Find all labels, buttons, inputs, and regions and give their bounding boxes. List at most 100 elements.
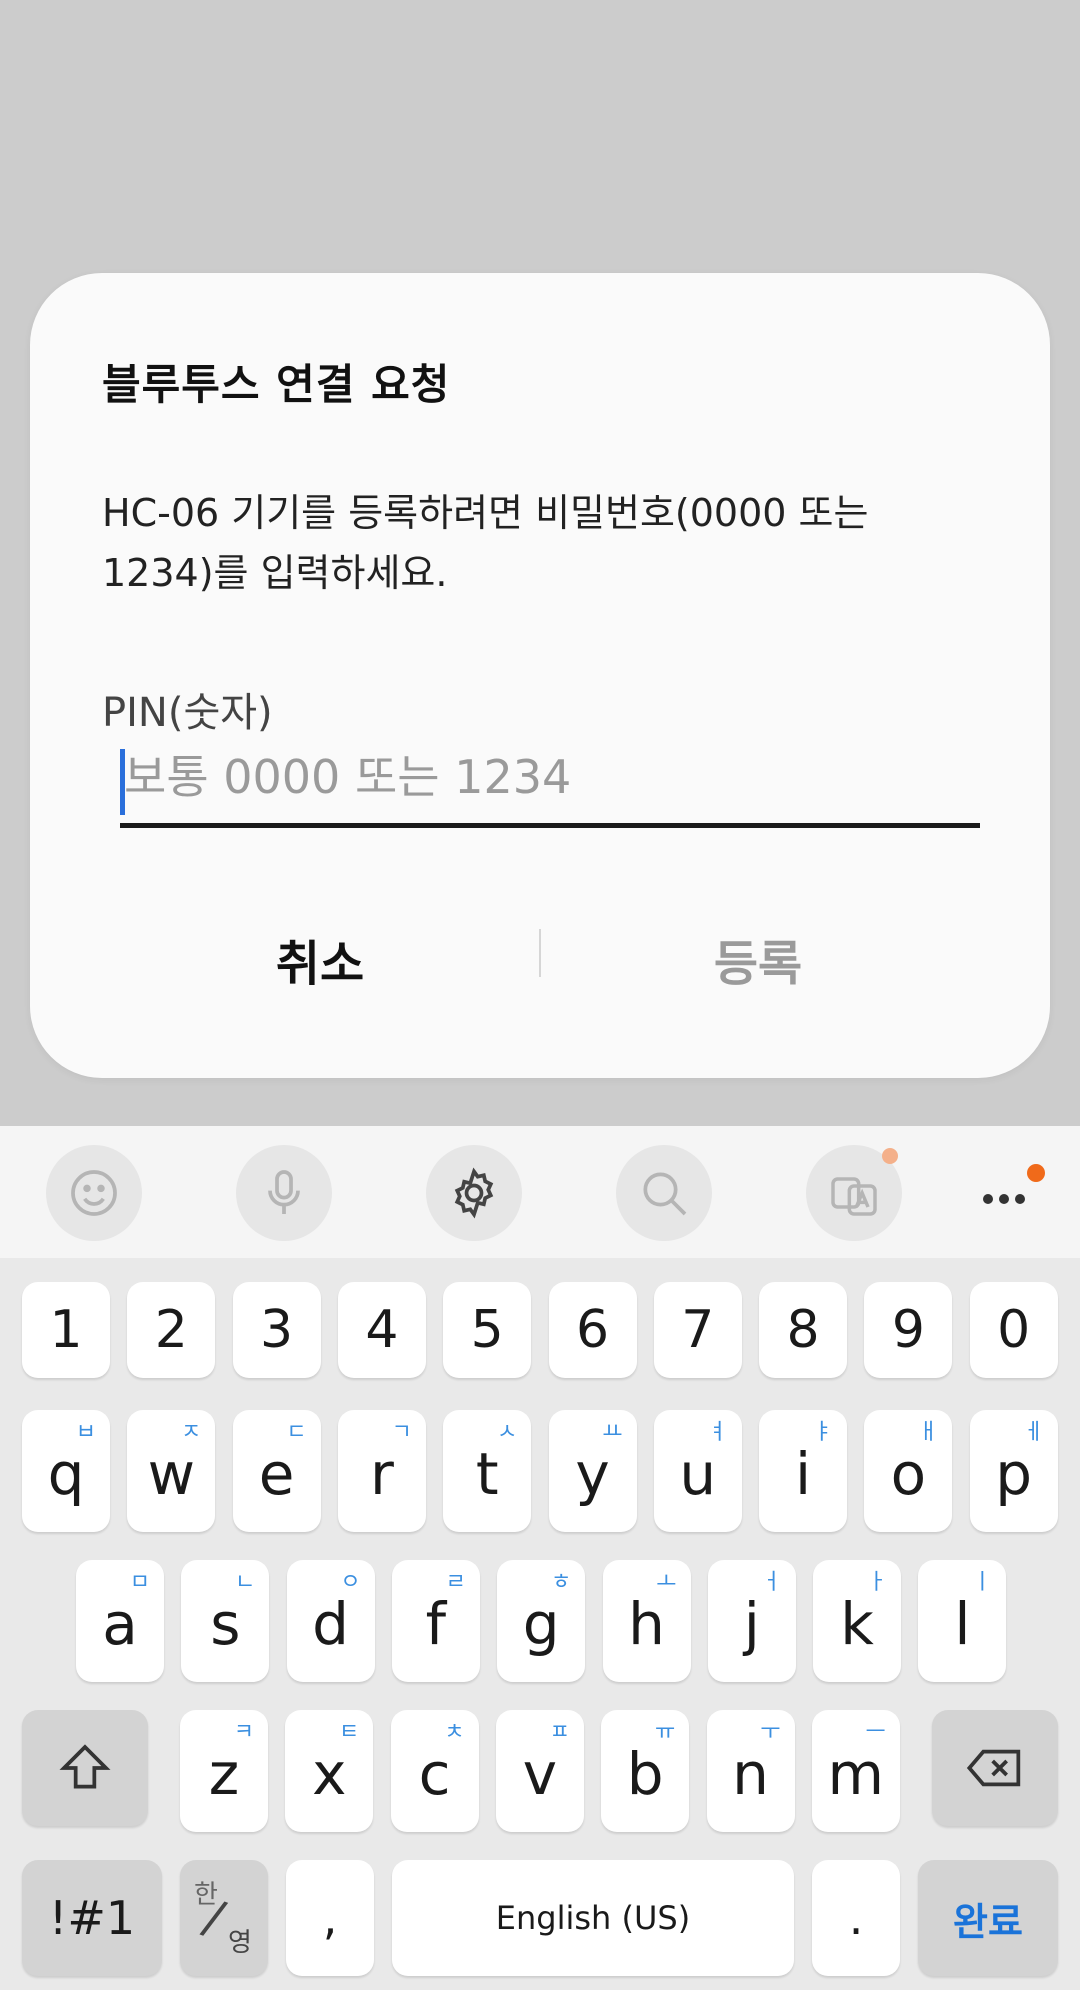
key-hangul-hint: ㅏ bbox=[866, 1570, 888, 1595]
key-w[interactable]: wㅈ bbox=[127, 1410, 216, 1532]
period-key[interactable]: . bbox=[812, 1860, 900, 1976]
more-options-button[interactable] bbox=[978, 1164, 1058, 1226]
key-n[interactable]: nㅜ bbox=[706, 1710, 795, 1832]
key-label: x bbox=[312, 1740, 347, 1808]
key-hangul-hint: ㄱ bbox=[391, 1420, 412, 1445]
key-a[interactable]: aㅁ bbox=[76, 1560, 164, 1682]
key-num-5[interactable]: 5 bbox=[443, 1282, 532, 1378]
key-i[interactable]: iㅑ bbox=[759, 1410, 848, 1532]
pin-input[interactable] bbox=[120, 735, 984, 819]
language-toggle-key[interactable]: 한 / 영 bbox=[180, 1860, 268, 1976]
key-num-8[interactable]: 8 bbox=[759, 1282, 848, 1378]
key-hangul-hint: ㅡ bbox=[865, 1720, 886, 1745]
key-label: s bbox=[210, 1590, 241, 1658]
key-hangul-hint: ㄹ bbox=[445, 1570, 466, 1595]
key-num-4[interactable]: 4 bbox=[337, 1282, 426, 1378]
emoji-button[interactable] bbox=[46, 1145, 142, 1241]
shift-key[interactable] bbox=[22, 1710, 148, 1826]
key-label: q bbox=[47, 1440, 85, 1508]
key-hangul-hint: ㅣ bbox=[972, 1570, 993, 1595]
key-hangul-hint: ㅋ bbox=[233, 1720, 254, 1745]
key-num-9[interactable]: 9 bbox=[864, 1282, 953, 1378]
key-f[interactable]: fㄹ bbox=[391, 1560, 480, 1682]
key-g[interactable]: gㅎ bbox=[497, 1560, 586, 1682]
shift-icon bbox=[59, 1744, 111, 1789]
key-t[interactable]: tㅅ bbox=[443, 1410, 532, 1532]
key-hangul-hint: ㅐ bbox=[918, 1420, 939, 1445]
key-label: 3 bbox=[260, 1300, 294, 1360]
key-label: 1 bbox=[49, 1300, 83, 1360]
key-label: 7 bbox=[681, 1300, 715, 1360]
key-label: c bbox=[418, 1740, 451, 1808]
key-label: o bbox=[890, 1440, 927, 1508]
key-hangul-hint: ㅎ bbox=[550, 1570, 572, 1595]
key-hangul-hint: ㅇ bbox=[340, 1570, 361, 1595]
key-hangul-hint: ㅠ bbox=[654, 1720, 676, 1745]
settings-icon bbox=[454, 1167, 494, 1219]
key-d[interactable]: dㅇ bbox=[286, 1560, 375, 1682]
emoji-icon bbox=[71, 1170, 117, 1216]
key-hangul-hint: ㅗ bbox=[656, 1570, 677, 1595]
dialog-title: 블루투스 연결 요청 bbox=[102, 360, 451, 409]
key-hangul-hint: ㅑ bbox=[812, 1420, 834, 1445]
key-r[interactable]: rㄱ bbox=[337, 1410, 426, 1532]
register-button[interactable]: 등록 bbox=[538, 909, 978, 1009]
key-label: n bbox=[732, 1740, 769, 1808]
symbols-key[interactable]: !#1 bbox=[22, 1860, 162, 1976]
key-q[interactable]: qㅂ bbox=[22, 1410, 110, 1532]
key-s[interactable]: sㄴ bbox=[181, 1560, 270, 1682]
key-c[interactable]: cㅊ bbox=[390, 1710, 479, 1832]
key-hangul-hint: ㄴ bbox=[235, 1570, 256, 1595]
key-z[interactable]: zㅋ bbox=[180, 1710, 268, 1832]
key-hangul-hint: ㅂ bbox=[75, 1420, 96, 1445]
key-u[interactable]: uㅕ bbox=[653, 1410, 742, 1532]
microphone-icon bbox=[268, 1170, 300, 1214]
key-label: y bbox=[575, 1440, 610, 1508]
key-label: f bbox=[425, 1590, 447, 1658]
dialog-message: HC-06 기기를 등록하려면 비밀번호(0000 또는 1234)를 입력하세… bbox=[102, 491, 869, 595]
text-cursor bbox=[120, 749, 125, 815]
key-y[interactable]: yㅛ bbox=[548, 1410, 637, 1532]
key-label: a bbox=[102, 1590, 138, 1658]
key-label: k bbox=[840, 1590, 874, 1658]
backspace-icon bbox=[966, 1749, 1021, 1787]
key-v[interactable]: vㅍ bbox=[495, 1710, 584, 1832]
key-num-0[interactable]: 0 bbox=[969, 1282, 1058, 1378]
key-hangul-hint: ㅌ bbox=[339, 1720, 360, 1745]
done-key[interactable]: 완료 bbox=[918, 1860, 1058, 1976]
key-label: j bbox=[743, 1590, 760, 1658]
voice-input-button[interactable] bbox=[236, 1145, 332, 1241]
key-hangul-hint: ㅜ bbox=[760, 1720, 781, 1745]
key-label: b bbox=[626, 1740, 664, 1808]
key-hangul-hint: ㅊ bbox=[444, 1720, 465, 1745]
backspace-key[interactable] bbox=[932, 1710, 1058, 1826]
key-m[interactable]: mㅡ bbox=[811, 1710, 900, 1832]
key-num-1[interactable]: 1 bbox=[22, 1282, 110, 1378]
key-p[interactable]: pㅔ bbox=[969, 1410, 1058, 1532]
comma-key[interactable]: , bbox=[286, 1860, 374, 1976]
key-k[interactable]: kㅏ bbox=[813, 1560, 902, 1682]
key-j[interactable]: jㅓ bbox=[707, 1560, 796, 1682]
key-l[interactable]: lㅣ bbox=[918, 1560, 1007, 1682]
translate-icon bbox=[831, 1177, 877, 1216]
key-h[interactable]: hㅗ bbox=[602, 1560, 691, 1682]
key-b[interactable]: bㅠ bbox=[601, 1710, 690, 1832]
key-e[interactable]: eㄷ bbox=[232, 1410, 321, 1532]
key-hangul-hint: ㅔ bbox=[1023, 1420, 1044, 1445]
key-num-7[interactable]: 7 bbox=[653, 1282, 742, 1378]
pin-field-container bbox=[120, 735, 984, 828]
search-button[interactable] bbox=[616, 1145, 712, 1241]
key-hangul-hint: ㅍ bbox=[549, 1720, 570, 1745]
bluetooth-pairing-dialog: 블루투스 연결 요청 HC-06 기기를 등록하려면 비밀번호(0000 또는 … bbox=[30, 273, 1050, 1078]
key-x[interactable]: xㅌ bbox=[285, 1710, 374, 1832]
cancel-button[interactable]: 취소 bbox=[100, 909, 540, 1009]
key-label: d bbox=[312, 1590, 349, 1658]
keyboard-settings-button[interactable] bbox=[426, 1145, 522, 1241]
key-num-6[interactable]: 6 bbox=[548, 1282, 637, 1378]
lang-english-label: 영 bbox=[228, 1928, 252, 1958]
space-key[interactable]: English (US) bbox=[392, 1860, 794, 1976]
key-o[interactable]: oㅐ bbox=[864, 1410, 953, 1532]
key-label: r bbox=[369, 1440, 394, 1508]
key-num-3[interactable]: 3 bbox=[232, 1282, 321, 1378]
key-num-2[interactable]: 2 bbox=[127, 1282, 216, 1378]
